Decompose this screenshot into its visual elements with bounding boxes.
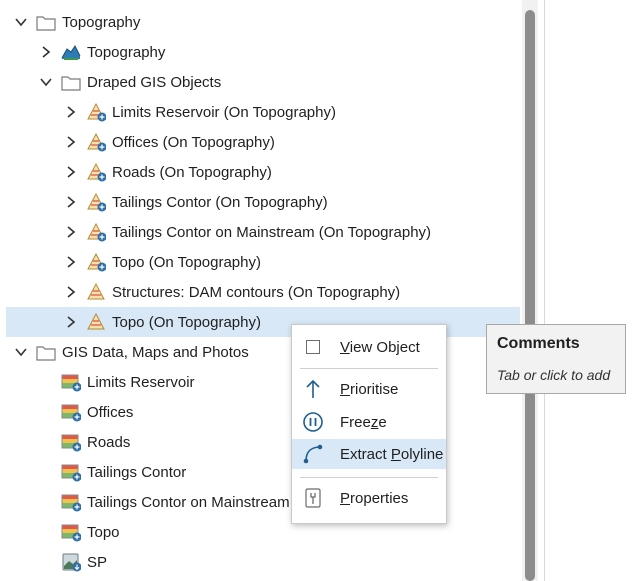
draped-object-icon bbox=[86, 252, 106, 272]
gis-data-icon bbox=[61, 462, 81, 482]
tree-label: Tailings Contor bbox=[87, 463, 187, 481]
tree-label: Roads bbox=[87, 433, 131, 451]
menu-separator bbox=[300, 368, 438, 369]
menu-item-label: Freeze bbox=[340, 413, 387, 431]
menu-item-label: Extract Polyline bbox=[340, 445, 444, 463]
tree-label: Limits Reservoir bbox=[87, 373, 195, 391]
tree-label: Tailings Contor on Mainstream (On Topogr… bbox=[112, 223, 432, 241]
draped-object-icon bbox=[86, 192, 106, 212]
tree-label: Topo bbox=[87, 523, 120, 541]
gis-data-icon bbox=[61, 402, 81, 422]
tree-item-draped[interactable]: Limits Reservoir (On Topography) bbox=[6, 97, 520, 127]
draped-object-icon bbox=[86, 282, 106, 302]
folder-icon bbox=[36, 12, 56, 32]
vertical-scrollbar[interactable] bbox=[522, 0, 538, 581]
tree-item-draped[interactable]: Roads (On Topography) bbox=[6, 157, 520, 187]
draped-object-icon bbox=[86, 162, 106, 182]
chevron-right-icon[interactable] bbox=[64, 285, 78, 299]
menu-item-label: View Object bbox=[340, 338, 420, 356]
tree-label: GIS Data, Maps and Photos bbox=[62, 343, 249, 361]
arrow-up-icon bbox=[300, 376, 326, 402]
menu-item-view-object[interactable]: View Object bbox=[292, 332, 446, 362]
tree-label: Tailings Contor (On Topography) bbox=[112, 193, 328, 211]
chevron-down-icon[interactable] bbox=[14, 345, 28, 359]
topography-surface-icon bbox=[61, 42, 81, 62]
right-panel bbox=[544, 0, 632, 581]
chevron-down-icon[interactable] bbox=[14, 15, 28, 29]
tree-item-topography-surface[interactable]: Topography bbox=[6, 37, 520, 67]
tree-label: Offices (On Topography) bbox=[112, 133, 275, 151]
scrollbar-thumb[interactable] bbox=[525, 10, 535, 581]
menu-item-label: Prioritise bbox=[340, 380, 399, 398]
gis-data-icon bbox=[61, 372, 81, 392]
gis-data-icon bbox=[61, 522, 81, 542]
chevron-right-icon[interactable] bbox=[64, 255, 78, 269]
menu-item-extract-polyline[interactable]: Extract Polyline bbox=[292, 439, 446, 469]
tree-folder-topography[interactable]: Topography bbox=[6, 7, 520, 37]
tree-label: Topo (On Topography) bbox=[112, 313, 261, 331]
chevron-right-icon[interactable] bbox=[64, 225, 78, 239]
folder-icon bbox=[61, 72, 81, 92]
chevron-right-icon[interactable] bbox=[64, 195, 78, 209]
tree-item-gis[interactable]: SP bbox=[6, 547, 520, 577]
tree-item-draped[interactable]: Tailings Contor (On Topography) bbox=[6, 187, 520, 217]
polyline-icon bbox=[300, 441, 326, 467]
menu-item-freeze[interactable]: Freeze bbox=[292, 407, 446, 437]
image-file-icon bbox=[61, 552, 81, 572]
pause-icon bbox=[300, 409, 326, 435]
chevron-right-icon[interactable] bbox=[64, 105, 78, 119]
context-menu: View Object Prioritise Freeze Extract Po… bbox=[291, 324, 447, 524]
tree-label: Topography bbox=[87, 43, 166, 61]
tree-label: Tailings Contor on Mainstream bbox=[87, 493, 290, 511]
draped-object-icon bbox=[86, 222, 106, 242]
tree-label: Draped GIS Objects bbox=[87, 73, 222, 91]
tree-label: Topography bbox=[62, 13, 141, 31]
tree-label: Limits Reservoir (On Topography) bbox=[112, 103, 336, 121]
chevron-right-icon[interactable] bbox=[39, 45, 53, 59]
tooltip-subtitle: Tab or click to add bbox=[497, 367, 611, 383]
chevron-right-icon[interactable] bbox=[64, 315, 78, 329]
tree-item-draped[interactable]: Topo (On Topography) bbox=[6, 247, 520, 277]
tree-label: Offices bbox=[87, 403, 134, 421]
chevron-right-icon[interactable] bbox=[64, 135, 78, 149]
draped-object-icon bbox=[86, 312, 106, 332]
draped-object-icon bbox=[86, 132, 106, 152]
tooltip-title: Comments bbox=[497, 335, 580, 352]
menu-item-properties[interactable]: Properties bbox=[292, 483, 446, 513]
folder-icon bbox=[36, 342, 56, 362]
menu-item-prioritise[interactable]: Prioritise bbox=[292, 374, 446, 404]
tree-folder-draped-gis[interactable]: Draped GIS Objects bbox=[6, 67, 520, 97]
comments-tooltip[interactable]: Comments Tab or click to add bbox=[486, 324, 626, 394]
gis-data-icon bbox=[61, 492, 81, 512]
checkbox-icon[interactable] bbox=[300, 334, 326, 360]
tree-label: Topo (On Topography) bbox=[112, 253, 261, 271]
tree-item-draped[interactable]: Structures: DAM contours (On Topography) bbox=[6, 277, 520, 307]
tree-item-draped[interactable]: Offices (On Topography) bbox=[6, 127, 520, 157]
chevron-right-icon[interactable] bbox=[64, 165, 78, 179]
menu-item-label: Properties bbox=[340, 489, 409, 507]
menu-separator bbox=[300, 477, 438, 478]
chevron-down-icon[interactable] bbox=[39, 75, 53, 89]
draped-object-icon bbox=[86, 102, 106, 122]
properties-icon bbox=[300, 485, 326, 511]
gis-data-icon bbox=[61, 432, 81, 452]
tree-label: Roads (On Topography) bbox=[112, 163, 272, 181]
tree-label: Structures: DAM contours (On Topography) bbox=[112, 283, 401, 301]
tree-label: SP bbox=[87, 553, 108, 571]
tree-item-draped[interactable]: Tailings Contor on Mainstream (On Topogr… bbox=[6, 217, 520, 247]
